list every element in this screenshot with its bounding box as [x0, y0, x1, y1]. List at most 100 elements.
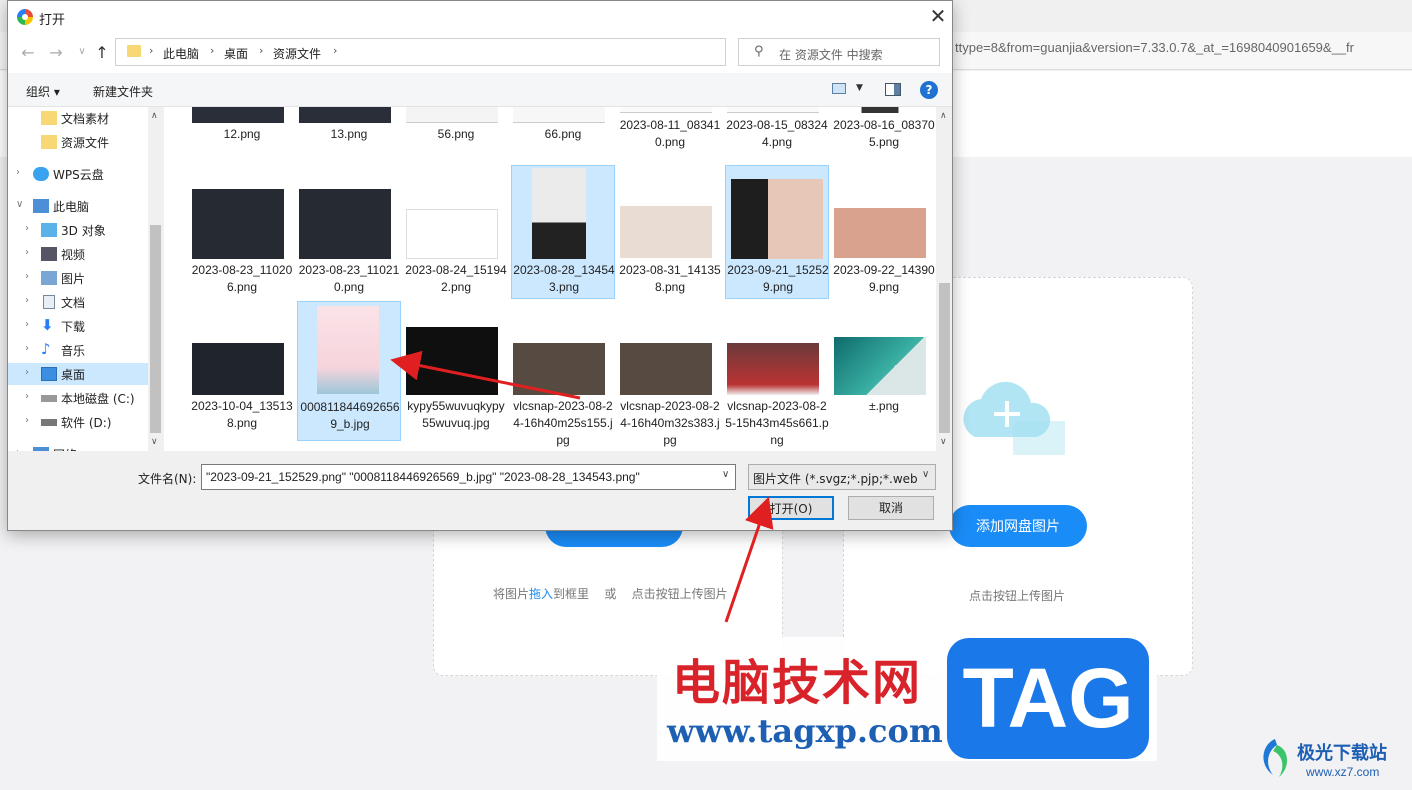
- close-icon[interactable]: ✕: [926, 4, 950, 28]
- chevron-right-icon[interactable]: ›: [25, 391, 29, 402]
- file-item[interactable]: vlcsnap-2023-08-25-15h43m45s661.png: [725, 301, 829, 447]
- nav-item-desktop[interactable]: › 桌面: [8, 363, 148, 385]
- chevron-down-icon[interactable]: ▼: [856, 83, 863, 93]
- file-item-selected[interactable]: 2023-08-28_134543.png: [511, 165, 615, 299]
- nav-item-network[interactable]: › 网络: [8, 443, 148, 451]
- chevron-right-icon[interactable]: ›: [25, 271, 29, 282]
- file-item[interactable]: 2023-10-04_135138.png: [190, 301, 294, 441]
- chevron-right-icon: ›: [210, 44, 215, 57]
- file-item[interactable]: 13.png: [297, 107, 401, 163]
- file-item[interactable]: 2023-08-16_083705.png: [832, 107, 936, 163]
- new-folder-button[interactable]: 新建文件夹: [93, 83, 153, 100]
- nav-label: 图片: [61, 272, 86, 286]
- folder-icon: [41, 111, 57, 125]
- scroll-up-icon[interactable]: ∧: [940, 111, 947, 121]
- chevron-right-icon[interactable]: ›: [16, 447, 20, 451]
- file-item[interactable]: 2023-08-11_083410.png: [618, 107, 722, 163]
- address-bar[interactable]: › 此电脑 › 桌面 › 资源文件 › ∨ ↻: [115, 38, 824, 66]
- file-item[interactable]: 56.png: [404, 107, 508, 163]
- breadcrumb-desktop[interactable]: 桌面: [224, 45, 248, 62]
- file-item[interactable]: 2023-08-23_110206.png: [190, 165, 294, 299]
- chevron-right-icon[interactable]: ›: [16, 167, 20, 178]
- computer-icon: [33, 199, 49, 213]
- file-name: vlcsnap-2023-08-24-16h40m25s155.jpg: [513, 399, 613, 447]
- cancel-button[interactable]: 取消: [848, 496, 934, 520]
- chevron-right-icon: ›: [149, 44, 154, 57]
- file-name: 2023-08-31_141358.png: [619, 263, 721, 294]
- file-thumbnail: [192, 189, 284, 259]
- file-item[interactable]: 66.png: [511, 107, 615, 163]
- nav-item-pictures[interactable]: › 图片: [8, 267, 148, 289]
- nav-label: 3D 对象: [61, 224, 106, 238]
- chevron-right-icon[interactable]: ›: [25, 295, 29, 306]
- chevron-right-icon[interactable]: ›: [25, 343, 29, 354]
- file-thumbnail: [406, 107, 498, 123]
- file-item[interactable]: 2023-08-23_110210.png: [297, 165, 401, 299]
- file-thumbnail: [513, 107, 605, 123]
- download-icon: ⬇: [41, 316, 54, 334]
- file-list-scrollbar-thumb[interactable]: [939, 283, 950, 433]
- navigation-pane: 文档素材 资源文件 › WPS云盘 ∨ 此电脑 › 3D 对象 › 视频 › 图…: [8, 107, 163, 451]
- file-item[interactable]: 12.png: [190, 107, 294, 163]
- scroll-down-icon[interactable]: ∨: [940, 437, 947, 447]
- back-arrow-icon[interactable]: ←: [18, 43, 38, 62]
- nav-item-music[interactable]: › ♪ 音乐: [8, 339, 148, 361]
- nav-item-resources[interactable]: 资源文件: [8, 131, 148, 153]
- chevron-right-icon[interactable]: ›: [25, 319, 29, 330]
- file-item[interactable]: vlcsnap-2023-08-24-16h40m32s383.jpg: [618, 301, 722, 447]
- scroll-down-icon[interactable]: ∨: [151, 437, 158, 447]
- up-arrow-icon[interactable]: ↑: [92, 43, 112, 62]
- file-item-selected[interactable]: 0008118446926569_b.jpg: [297, 301, 401, 441]
- file-thumbnail: [620, 343, 712, 395]
- chevron-right-icon[interactable]: ›: [25, 223, 29, 234]
- file-item[interactable]: ±.png: [832, 301, 936, 441]
- add-netdisk-image-button[interactable]: 添加网盘图片: [949, 505, 1087, 547]
- filetype-select[interactable]: 图片文件 (*.svgz;*.pjp;*.webp;: [748, 464, 936, 490]
- search-input[interactable]: ⚲ 在 资源文件 中搜索: [738, 38, 940, 66]
- chevron-right-icon[interactable]: ›: [25, 415, 29, 426]
- nav-item-videos[interactable]: › 视频: [8, 243, 148, 265]
- file-name: 12.png: [223, 127, 261, 141]
- help-icon[interactable]: ?: [920, 81, 938, 99]
- file-item[interactable]: 2023-09-22_143909.png: [832, 165, 936, 299]
- file-item[interactable]: vlcsnap-2023-08-24-16h40m25s155.jpg: [511, 301, 615, 447]
- nav-item-wps-cloud[interactable]: › WPS云盘: [8, 163, 148, 185]
- open-button[interactable]: 打开(O): [748, 496, 834, 520]
- nav-item-docs-material[interactable]: 文档素材: [8, 107, 148, 129]
- file-item-selected[interactable]: 2023-09-21_152529.png: [725, 165, 829, 299]
- dialog-title: 打开: [39, 13, 66, 28]
- file-name: 13.png: [330, 127, 368, 141]
- file-item[interactable]: 2023-08-31_141358.png: [618, 165, 722, 299]
- browser-url-text[interactable]: ttype=8&from=guanjia&version=7.33.0.7&_a…: [955, 40, 1412, 55]
- nav-item-this-pc[interactable]: ∨ 此电脑: [8, 195, 148, 217]
- nav-item-drive-c[interactable]: › 本地磁盘 (C:): [8, 387, 148, 409]
- file-thumbnail: [727, 343, 819, 395]
- nav-item-downloads[interactable]: › ⬇ 下载: [8, 315, 148, 337]
- file-item[interactable]: kypy55wuvuqkypy55wuvuq.jpg: [404, 301, 508, 441]
- nav-item-3d-objects[interactable]: › 3D 对象: [8, 219, 148, 241]
- preview-pane-icon[interactable]: [885, 83, 901, 96]
- chevron-right-icon[interactable]: ›: [25, 367, 29, 378]
- organize-menu[interactable]: 组织 ▾: [26, 83, 60, 100]
- chevron-right-icon[interactable]: ›: [25, 247, 29, 258]
- breadcrumb-resources[interactable]: 资源文件: [273, 45, 321, 62]
- chevron-down-icon[interactable]: ∨: [16, 199, 23, 210]
- file-thumbnail: [834, 208, 926, 258]
- file-item[interactable]: 2023-08-15_083244.png: [725, 107, 829, 163]
- hint-text: 到框里: [553, 587, 590, 601]
- nav-item-documents[interactable]: › 文档: [8, 291, 148, 313]
- scroll-up-icon[interactable]: ∧: [151, 111, 158, 121]
- forward-arrow-icon[interactable]: →: [46, 43, 66, 62]
- chevron-down-icon[interactable]: ∨: [922, 469, 929, 480]
- file-item[interactable]: 2023-08-24_151942.png: [404, 165, 508, 299]
- nav-scrollbar-thumb[interactable]: [150, 225, 161, 433]
- nav-item-drive-d[interactable]: › 软件 (D:): [8, 411, 148, 433]
- chevron-down-icon[interactable]: ∨: [722, 469, 729, 480]
- filename-input[interactable]: "2023-09-21_152529.png" "000811844692656…: [201, 464, 736, 490]
- breadcrumb-this-pc[interactable]: 此电脑: [163, 45, 199, 62]
- view-mode-icon[interactable]: [832, 83, 846, 94]
- file-name: 2023-08-23_110210.png: [298, 263, 400, 294]
- file-name: 2023-09-21_152529.png: [727, 263, 829, 294]
- file-thumbnail: [834, 337, 926, 395]
- recent-dropdown-icon[interactable]: ∨: [72, 46, 92, 57]
